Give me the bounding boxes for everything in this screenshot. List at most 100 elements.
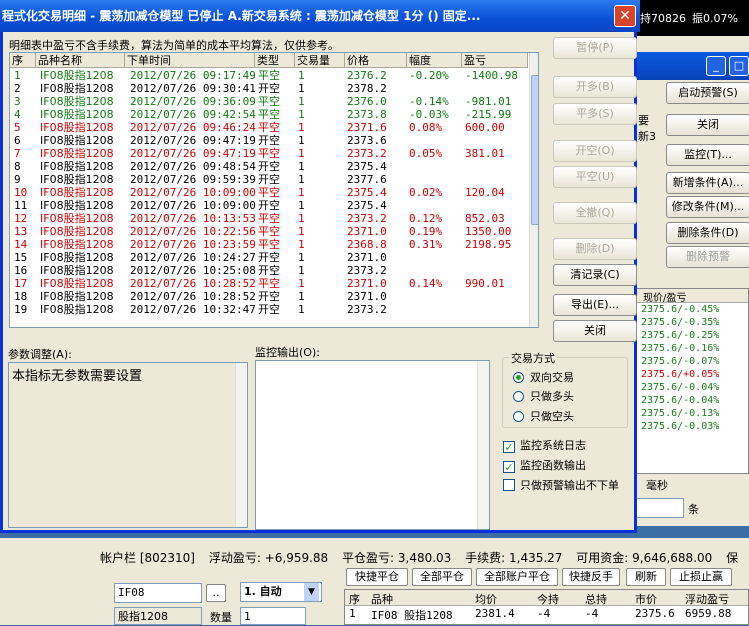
table-row[interactable]: 10 IF08股指1208 2012/07/26 10:09:00 平空 1 2375.4… xyxy=(10,186,528,199)
close-button[interactable]: 关闭 xyxy=(553,320,637,342)
col-pct[interactable]: 幅度 xyxy=(407,53,462,68)
stop-loss-button[interactable]: 止损止赢 xyxy=(670,568,732,586)
delete-alert-button[interactable]: 删除预警 xyxy=(666,246,749,268)
table-row[interactable]: 14 IF08股指1208 2012/07/26 10:23:59 平空 1 2368.8… xyxy=(10,238,528,251)
open-short-button[interactable]: 开空(O) xyxy=(553,140,637,162)
table-row[interactable]: 9 IF08股指1208 2012/07/26 09:59:39 开空 1 2377.6 xyxy=(10,173,528,186)
col-name[interactable]: 品种名称 xyxy=(36,53,125,68)
close-icon[interactable]: ✕ xyxy=(614,5,636,27)
cell-type: 开空 xyxy=(258,290,280,303)
table-scrollbar[interactable] xyxy=(529,53,538,327)
alert-close-button[interactable]: 关闭 xyxy=(666,114,749,136)
table-row[interactable]: 1 IF08 股指1208 2381.4 -4 -4 2375.6 6959.8… xyxy=(345,606,748,622)
list-item[interactable]: 2375.6/+0.05% xyxy=(637,368,748,381)
table-row[interactable]: 4 IF08股指1208 2012/07/26 09:42:54 平空 1 2373.8 -… xyxy=(10,108,528,121)
cell-pnl: 852.03 xyxy=(465,212,505,225)
monitor-scrollbar[interactable] xyxy=(477,361,489,529)
refresh-button[interactable]: 刷新 xyxy=(626,568,666,586)
clear-records-button[interactable]: 清记录(C) xyxy=(553,264,637,286)
col-seq[interactable]: 序 xyxy=(10,53,36,68)
params-text: 本指标无参数需要设置 xyxy=(12,369,143,384)
list-item[interactable]: 2375.6/-0.03% xyxy=(637,420,748,433)
positions-table[interactable]: 序 品种 均价 今持 总持 市价 浮动盈亏 1 IF08 股指1208 2381… xyxy=(344,589,749,625)
cell-price: 2375.4 xyxy=(347,199,387,212)
delete-button[interactable]: 删除(D) xyxy=(553,238,637,260)
count-input[interactable] xyxy=(636,498,684,518)
add-condition-button[interactable]: 新增条件(A)... xyxy=(666,172,749,194)
col-time[interactable]: 下单时间 xyxy=(125,53,255,68)
close-short-button[interactable]: 平空(U) xyxy=(553,166,637,188)
close-all-accounts-button[interactable]: 全部账户平仓 xyxy=(476,568,558,586)
table-row[interactable]: 12 IF08股指1208 2012/07/26 10:13:53 平空 1 2373.2… xyxy=(10,212,528,225)
params-scrollbar[interactable] xyxy=(235,363,247,527)
check-function-output[interactable]: ✓ 监控函数输出 xyxy=(503,457,586,473)
table-row[interactable]: 3 IF08股指1208 2012/07/26 09:36:09 平空 1 2376.0 -… xyxy=(10,95,528,108)
edit-condition-button[interactable]: 修改条件(M)... xyxy=(666,196,749,218)
radio-both[interactable]: 双向交易 xyxy=(513,369,574,385)
quick-reverse-button[interactable]: 快捷反手 xyxy=(562,568,620,586)
col-qty[interactable]: 交易量 xyxy=(295,53,345,68)
cell-name: IF08股指1208 xyxy=(40,290,114,303)
qty-input[interactable]: 1 xyxy=(240,607,306,625)
params-area[interactable]: 本指标无参数需要设置 xyxy=(8,362,248,528)
count-unit-label: 条 xyxy=(688,503,699,516)
pos-avg: 2381.4 xyxy=(475,607,515,620)
alert-list[interactable]: 现价/盈亏 2375.6/-0.45% 2375.6/-0.35% 2375.6/-… xyxy=(636,288,749,474)
monitor-output[interactable] xyxy=(255,360,490,530)
table-row[interactable]: 6 IF08股指1208 2012/07/26 09:47:19 开空 1 2373.6 xyxy=(10,134,528,147)
table-row[interactable]: 7 IF08股指1208 2012/07/26 09:47:19 平空 1 2373.2 0… xyxy=(10,147,528,160)
monitor-button[interactable]: 监控(T)... xyxy=(666,144,749,166)
code-browse-button[interactable]: .. xyxy=(206,584,226,602)
cell-pct: 0.12% xyxy=(409,212,443,225)
table-row[interactable]: 16 IF08股指1208 2012/07/26 10:25:08 开空 1 2373.2 xyxy=(10,264,528,277)
start-alert-button[interactable]: 启动预警(S) xyxy=(666,82,749,104)
close-all-button[interactable]: 全部平仓 xyxy=(412,568,472,586)
minimize-icon[interactable]: _ xyxy=(706,56,726,76)
table-row[interactable]: 19 IF08股指1208 2012/07/26 10:32:47 开空 1 2373.2 xyxy=(10,303,528,316)
quick-close-button[interactable]: 快捷平仓 xyxy=(346,568,408,586)
check-system-log[interactable]: ✓ 监控系统日志 xyxy=(503,437,586,453)
mode-select[interactable]: 1. 自动 ▼ xyxy=(240,582,322,602)
list-item[interactable]: 2375.6/-0.07% xyxy=(637,355,748,368)
table-row[interactable]: 17 IF08股指1208 2012/07/26 10:28:52 平空 1 2371.0… xyxy=(10,277,528,290)
list-item[interactable]: 2375.6/-0.25% xyxy=(637,329,748,342)
radio-long-only[interactable]: 只做多头 xyxy=(513,388,574,404)
col-pnl[interactable]: 盈亏 xyxy=(462,53,528,68)
pos-col-total: 总持 xyxy=(585,593,607,606)
table-row[interactable]: 5 IF08股指1208 2012/07/26 09:46:24 平空 1 2371.6 0… xyxy=(10,121,528,134)
table-row[interactable]: 15 IF08股指1208 2012/07/26 10:24:27 开空 1 2371.0 xyxy=(10,251,528,264)
col-type[interactable]: 类型 xyxy=(255,53,295,68)
pause-button[interactable]: 暂停(P) xyxy=(553,37,637,59)
cancel-all-button[interactable]: 全撤(Q) xyxy=(553,202,637,224)
dialog-titlebar: 程式化交易明细 - 震荡加减仓模型 已停止 A.新交易系统 : 震荡加减仓模型 … xyxy=(0,0,640,32)
chevron-down-icon[interactable]: ▼ xyxy=(304,583,319,601)
list-item[interactable]: 2375.6/-0.35% xyxy=(637,316,748,329)
table-row[interactable]: 1 IF08股指1208 2012/07/26 09:17:49 平空 1 2376.2 -… xyxy=(10,69,528,82)
table-row[interactable]: 18 IF08股指1208 2012/07/26 10:28:52 开空 1 2371.0 xyxy=(10,290,528,303)
cell-qty: 1 xyxy=(298,251,305,264)
open-long-button[interactable]: 开多(B) xyxy=(553,76,637,98)
table-row[interactable]: 13 IF08股指1208 2012/07/26 10:22:56 平空 1 2371.0… xyxy=(10,225,528,238)
col-price[interactable]: 价格 xyxy=(345,53,407,68)
code-input[interactable]: IF08 xyxy=(114,583,202,603)
list-item[interactable]: 2375.6/-0.04% xyxy=(637,394,748,407)
table-row[interactable]: 11 IF08股指1208 2012/07/26 10:09:00 开空 1 2375.4 xyxy=(10,199,528,212)
cell-price: 2373.2 xyxy=(347,264,387,277)
check-alert-only[interactable]: 只做预警输出不下单 xyxy=(503,477,619,493)
list-item[interactable]: 2375.6/-0.45% xyxy=(637,303,748,316)
list-item[interactable]: 2375.6/-0.13% xyxy=(637,407,748,420)
table-row[interactable]: 2 IF08股指1208 2012/07/26 09:30:41 开空 1 2378.2 xyxy=(10,82,528,95)
close-long-button[interactable]: 平多(S) xyxy=(553,103,637,125)
table-row[interactable]: 8 IF08股指1208 2012/07/26 09:48:54 开空 1 2375.4 xyxy=(10,160,528,173)
delete-condition-button[interactable]: 删除条件(D) xyxy=(666,222,749,244)
cell-time: 2012/07/26 10:28:52 xyxy=(130,290,256,303)
list-item[interactable]: 2375.6/-0.04% xyxy=(637,381,748,394)
radio-short-only[interactable]: 只做空头 xyxy=(513,408,574,424)
export-button[interactable]: 导出(E)... xyxy=(553,294,637,316)
trade-table[interactable]: 序 品种名称 下单时间 类型 交易量 价格 幅度 盈亏 1 IF08股指1208 2… xyxy=(9,52,539,328)
list-item[interactable]: 2375.6/-0.16% xyxy=(637,342,748,355)
scrollbar-thumb[interactable] xyxy=(531,75,538,225)
cell-qty: 1 xyxy=(298,186,305,199)
maximize-icon[interactable]: □ xyxy=(729,56,749,76)
cell-pnl: 990.01 xyxy=(465,277,505,290)
